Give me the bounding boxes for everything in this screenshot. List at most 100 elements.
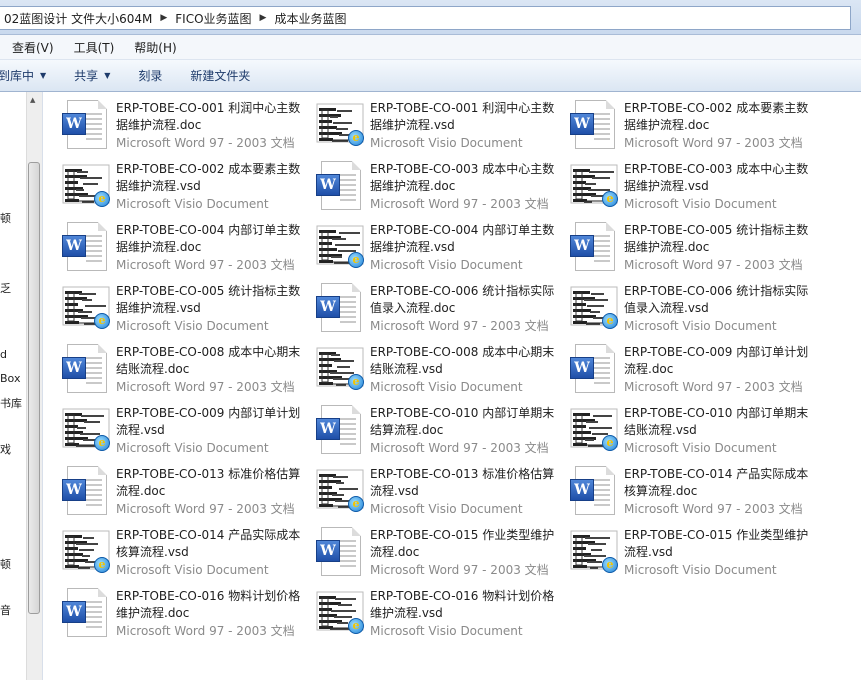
- visio-document-icon: e: [570, 161, 618, 209]
- breadcrumb-separator-icon[interactable]: ▶: [156, 13, 171, 23]
- file-item[interactable]: e ERP-TOBE-CO-015 作业类型维护流程.vsd Microsoft V…: [570, 527, 824, 585]
- file-type: Microsoft Visio Document: [624, 197, 777, 211]
- file-item[interactable]: W ERP-TOBE-CO-009 内部订单计划流程.doc Microsoft W…: [570, 344, 824, 402]
- word-logo-icon: W: [316, 174, 340, 196]
- address-bar: 02蓝图设计 文件大小604M ▶ FICO业务蓝图 ▶ 成本业务蓝图: [0, 0, 861, 35]
- menu-tools[interactable]: 工具(T): [62, 39, 123, 56]
- file-item[interactable]: e ERP-TOBE-CO-002 成本要素主数据维护流程.vsd Microsof…: [62, 161, 316, 219]
- word-document-icon: W: [316, 527, 364, 576]
- burn-button[interactable]: 刻录: [124, 67, 176, 84]
- file-item[interactable]: e ERP-TOBE-CO-004 内部订单主数据维护流程.vsd Microsof…: [316, 222, 570, 280]
- visio-document-icon: e: [316, 100, 364, 148]
- file-type: Microsoft Word 97 - 2003 文档: [624, 258, 803, 272]
- nav-scrollbar[interactable]: ▲: [26, 92, 42, 680]
- visio-document-icon: e: [570, 527, 618, 575]
- nav-item[interactable]: 戏: [0, 441, 11, 457]
- file-type: Microsoft Word 97 - 2003 文档: [116, 624, 295, 638]
- file-item[interactable]: W ERP-TOBE-CO-005 统计指标主数据维护流程.doc Microsof…: [570, 222, 824, 280]
- file-item[interactable]: W ERP-TOBE-CO-015 作业类型维护流程.doc Microsoft W…: [316, 527, 570, 585]
- file-type: Microsoft Visio Document: [370, 624, 523, 638]
- visio-document-icon: e: [316, 466, 364, 514]
- internet-explorer-icon: e: [602, 435, 618, 451]
- scroll-up-icon[interactable]: ▲: [30, 96, 35, 104]
- file-name: ERP-TOBE-CO-001 利润中心主数据维护流程.vsd: [370, 101, 555, 132]
- file-item[interactable]: e ERP-TOBE-CO-010 内部订单期末结账流程.vsd Microsoft…: [570, 405, 824, 463]
- word-logo-icon: W: [316, 418, 340, 440]
- file-item[interactable]: e ERP-TOBE-CO-013 标准价格估算流程.vsd Microsoft V…: [316, 466, 570, 524]
- nav-item[interactable]: 书库: [0, 395, 22, 411]
- file-name: ERP-TOBE-CO-014 产品实际成本核算流程.doc: [624, 467, 809, 498]
- include-in-library-button[interactable]: 含到库中 ▼: [0, 67, 60, 84]
- file-type: Microsoft Word 97 - 2003 文档: [116, 136, 295, 150]
- file-name: ERP-TOBE-CO-004 内部订单主数据维护流程.doc: [116, 223, 301, 254]
- breadcrumb-item-fico[interactable]: FICO业务蓝图: [171, 10, 255, 27]
- file-name: ERP-TOBE-CO-004 内部订单主数据维护流程.vsd: [370, 223, 555, 254]
- file-name: ERP-TOBE-CO-006 统计指标实际值录入流程.doc: [370, 284, 555, 315]
- new-folder-button[interactable]: 新建文件夹: [176, 67, 264, 84]
- word-logo-icon: W: [62, 113, 86, 135]
- internet-explorer-icon: e: [602, 557, 618, 573]
- internet-explorer-icon: e: [94, 435, 110, 451]
- file-type: Microsoft Word 97 - 2003 文档: [624, 380, 803, 394]
- file-item[interactable]: e ERP-TOBE-CO-014 产品实际成本核算流程.vsd Microsoft…: [62, 527, 316, 585]
- file-item[interactable]: W ERP-TOBE-CO-006 统计指标实际值录入流程.doc Microsof…: [316, 283, 570, 341]
- file-type: Microsoft Word 97 - 2003 文档: [624, 136, 803, 150]
- visio-document-icon: e: [316, 588, 364, 636]
- file-item[interactable]: W ERP-TOBE-CO-004 内部订单主数据维护流程.doc Microsof…: [62, 222, 316, 280]
- file-item[interactable]: e ERP-TOBE-CO-001 利润中心主数据维护流程.vsd Microsof…: [316, 100, 570, 158]
- file-item[interactable]: W ERP-TOBE-CO-014 产品实际成本核算流程.doc Microsoft…: [570, 466, 824, 524]
- file-type: Microsoft Word 97 - 2003 文档: [624, 502, 803, 516]
- file-item[interactable]: e ERP-TOBE-CO-003 成本中心主数据维护流程.vsd Microsof…: [570, 161, 824, 219]
- file-item[interactable]: W ERP-TOBE-CO-003 成本中心主数据维护流程.doc Microsof…: [316, 161, 570, 219]
- word-document-icon: W: [62, 588, 110, 637]
- file-name: ERP-TOBE-CO-006 统计指标实际值录入流程.vsd: [624, 284, 809, 315]
- nav-item[interactable]: 顿: [0, 556, 11, 572]
- internet-explorer-icon: e: [94, 191, 110, 207]
- breadcrumb-item-cost[interactable]: 成本业务蓝图: [270, 10, 350, 27]
- file-name: ERP-TOBE-CO-009 内部订单计划流程.doc: [624, 345, 809, 376]
- file-item[interactable]: e ERP-TOBE-CO-016 物料计划价格维护流程.vsd Microsoft…: [316, 588, 570, 646]
- word-document-icon: W: [570, 344, 618, 393]
- nav-item[interactable]: d: [0, 348, 7, 361]
- internet-explorer-icon: e: [602, 313, 618, 329]
- nav-item[interactable]: 乏: [0, 280, 11, 296]
- nav-item[interactable]: 音: [0, 602, 11, 618]
- file-item[interactable]: W ERP-TOBE-CO-016 物料计划价格维护流程.doc Microsoft…: [62, 588, 316, 646]
- nav-item[interactable]: 顿: [0, 210, 11, 226]
- file-item[interactable]: e ERP-TOBE-CO-008 成本中心期末结账流程.vsd Microsoft…: [316, 344, 570, 402]
- breadcrumb-separator-icon[interactable]: ▶: [256, 13, 271, 23]
- nav-item[interactable]: Box: [0, 372, 20, 385]
- file-item[interactable]: W ERP-TOBE-CO-010 内部订单期末结算流程.doc Microsoft…: [316, 405, 570, 463]
- breadcrumb-item-blueprint[interactable]: 02蓝图设计 文件大小604M: [0, 10, 156, 27]
- file-name: ERP-TOBE-CO-003 成本中心主数据维护流程.doc: [370, 162, 555, 193]
- menu-help[interactable]: 帮助(H): [122, 39, 184, 56]
- visio-document-icon: e: [570, 283, 618, 331]
- scrollbar-thumb[interactable]: [28, 162, 40, 614]
- internet-explorer-icon: e: [94, 313, 110, 329]
- share-button[interactable]: 共享 ▼: [60, 67, 124, 84]
- menu-view[interactable]: 查看(V): [0, 39, 62, 56]
- file-item[interactable]: e ERP-TOBE-CO-006 统计指标实际值录入流程.vsd Microsof…: [570, 283, 824, 341]
- file-type: Microsoft Visio Document: [116, 319, 269, 333]
- file-type: Microsoft Word 97 - 2003 文档: [116, 502, 295, 516]
- internet-explorer-icon: e: [348, 496, 364, 512]
- file-type: Microsoft Word 97 - 2003 文档: [370, 197, 549, 211]
- file-item[interactable]: e ERP-TOBE-CO-009 内部订单计划流程.vsd Microsoft V…: [62, 405, 316, 463]
- file-item[interactable]: e ERP-TOBE-CO-005 统计指标主数据维护流程.vsd Microsof…: [62, 283, 316, 341]
- chevron-down-icon: ▼: [40, 71, 47, 80]
- file-name: ERP-TOBE-CO-016 物料计划价格维护流程.doc: [116, 589, 301, 620]
- word-logo-icon: W: [62, 357, 86, 379]
- visio-document-icon: e: [62, 161, 110, 209]
- internet-explorer-icon: e: [348, 130, 364, 146]
- file-name: ERP-TOBE-CO-003 成本中心主数据维护流程.vsd: [624, 162, 809, 193]
- file-item[interactable]: W ERP-TOBE-CO-001 利润中心主数据维护流程.doc Microsof…: [62, 100, 316, 158]
- file-name: ERP-TOBE-CO-008 成本中心期末结账流程.vsd: [370, 345, 555, 376]
- breadcrumb[interactable]: 02蓝图设计 文件大小604M ▶ FICO业务蓝图 ▶ 成本业务蓝图: [0, 6, 851, 30]
- file-item[interactable]: W ERP-TOBE-CO-002 成本要素主数据维护流程.doc Microsof…: [570, 100, 824, 158]
- navigation-pane[interactable]: 顿 乏 d Box 书库 戏 顿 音 ▲: [0, 92, 43, 680]
- visio-document-icon: e: [62, 527, 110, 575]
- file-item[interactable]: W ERP-TOBE-CO-008 成本中心期末结账流程.doc Microsoft…: [62, 344, 316, 402]
- visio-document-icon: e: [62, 405, 110, 453]
- file-item[interactable]: W ERP-TOBE-CO-013 标准价格估算流程.doc Microsoft W…: [62, 466, 316, 524]
- file-name: ERP-TOBE-CO-005 统计指标主数据维护流程.doc: [624, 223, 809, 254]
